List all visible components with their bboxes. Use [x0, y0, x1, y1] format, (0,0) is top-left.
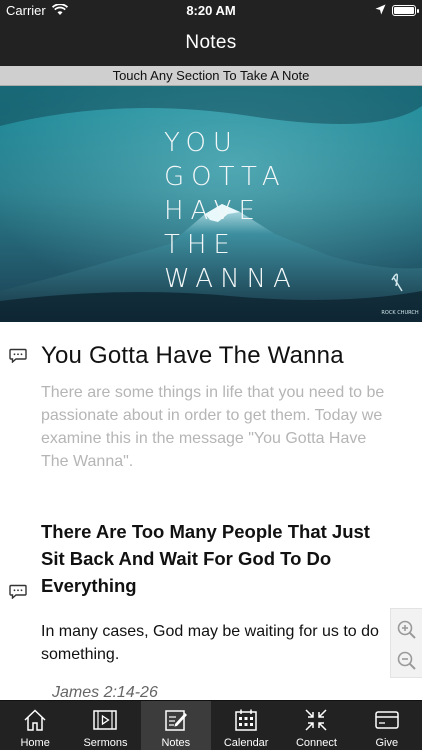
- tab-label: Calendar: [223, 737, 269, 749]
- tab-connect[interactable]: Connect: [281, 701, 351, 750]
- tab-give[interactable]: Give: [352, 701, 422, 750]
- tab-sermons[interactable]: Sermons: [70, 701, 140, 750]
- tab-label: Give: [375, 737, 399, 749]
- section-title[interactable]: You Gotta Have The Wanna: [41, 342, 344, 370]
- nav-bar: Notes: [0, 22, 422, 66]
- church-logo-text: ROCK CHURCH: [381, 310, 418, 316]
- hero-line: THE: [164, 230, 237, 260]
- page-title: Notes: [185, 32, 237, 53]
- add-note-icon[interactable]: [9, 584, 27, 599]
- status-bar: Carrier 8:20 AM: [0, 0, 422, 22]
- note-hint-text: Touch Any Section To Take A Note: [112, 68, 310, 83]
- connect-icon: [305, 709, 327, 731]
- hero-line: GOTTA: [164, 162, 287, 192]
- tab-bar: Home Sermons Notes Calendar Connect Give: [0, 700, 422, 750]
- notes-icon: [165, 710, 187, 731]
- wallet-icon: [375, 711, 399, 729]
- tab-label: Connect: [295, 737, 337, 749]
- section-description[interactable]: There are some things in life that you n…: [41, 381, 391, 473]
- clock: 8:20 AM: [186, 3, 236, 18]
- film-icon: [93, 710, 118, 730]
- zoom-out-icon[interactable]: [396, 650, 418, 672]
- home-icon: [24, 709, 46, 731]
- location-arrow-icon: [375, 4, 386, 15]
- note-hint-banner: Touch Any Section To Take A Note: [0, 66, 422, 86]
- calendar-icon: [235, 709, 257, 731]
- hero-title: YOU GOTTA HAVE THE WANNA: [164, 126, 298, 296]
- tab-label: Notes: [161, 737, 191, 749]
- hero-line: HAVE: [164, 196, 262, 226]
- tab-home[interactable]: Home: [0, 701, 70, 750]
- tab-label: Sermons: [83, 737, 128, 749]
- hero-line: YOU: [164, 128, 239, 158]
- battery-icon: [392, 5, 419, 16]
- tab-label: Home: [20, 737, 50, 749]
- zoom-in-icon[interactable]: [396, 619, 418, 641]
- zoom-controls: [390, 608, 422, 678]
- sermon-hero-image[interactable]: ROCK CHURCH YOU GOTTA HAVE THE WANNA: [0, 86, 422, 322]
- scripture-reference[interactable]: James 2:14-26: [52, 684, 158, 700]
- tab-calendar[interactable]: Calendar: [211, 701, 281, 750]
- hero-line: WANNA: [164, 264, 298, 294]
- add-note-icon[interactable]: [9, 348, 27, 363]
- notes-content[interactable]: You Gotta Have The Wanna There are some …: [0, 322, 422, 700]
- point-title[interactable]: There Are Too Many People That Just Sit …: [41, 518, 381, 599]
- point-body[interactable]: In many cases, God may be waiting for us…: [41, 620, 386, 666]
- tab-notes[interactable]: Notes: [140, 701, 211, 750]
